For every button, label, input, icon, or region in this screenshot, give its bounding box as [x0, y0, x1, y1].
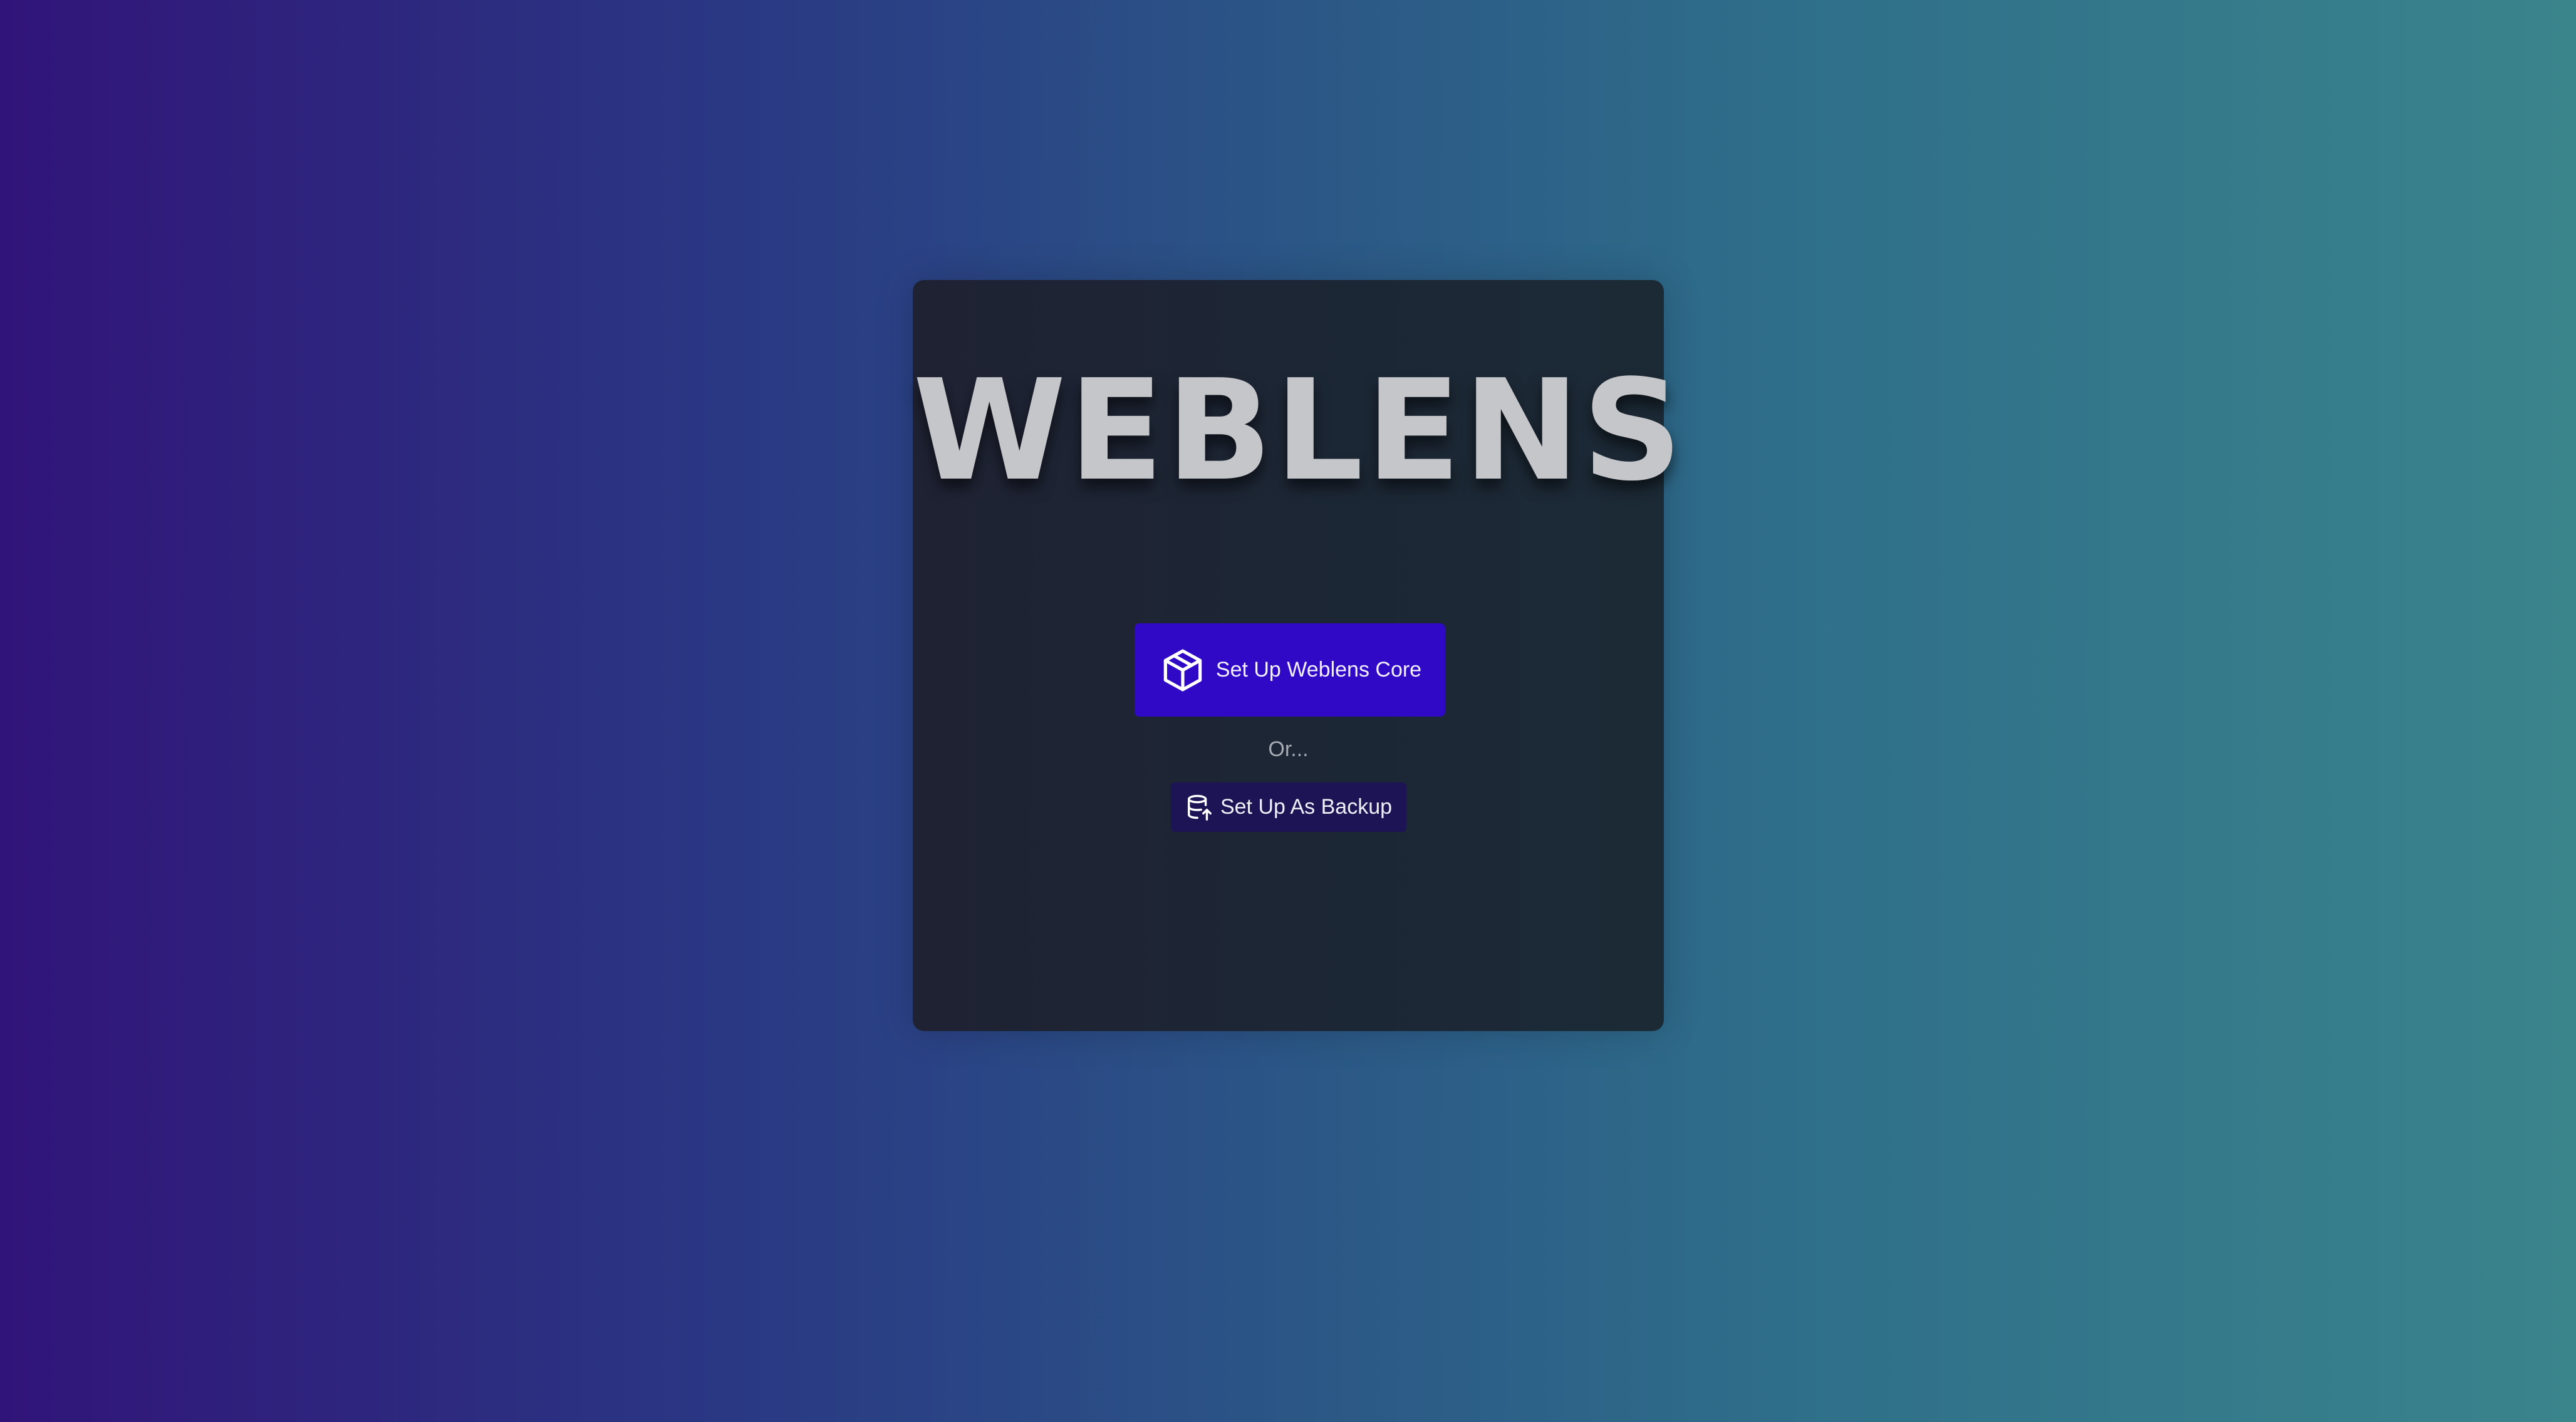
or-divider-text: Or... [1268, 737, 1309, 761]
setup-backup-button[interactable]: Set Up As Backup [1171, 782, 1406, 832]
database-upload-icon [1185, 793, 1214, 822]
app-title: WEBLENS [913, 350, 1685, 512]
setup-core-label: Set Up Weblens Core [1215, 658, 1422, 682]
package-icon [1158, 646, 1207, 695]
setup-card: WEBLENS Set Up Weblens Core Or... Set Up [913, 280, 1685, 1031]
setup-core-button[interactable]: Set Up Weblens Core [1135, 623, 1445, 717]
setup-backup-label: Set Up As Backup [1220, 795, 1393, 819]
